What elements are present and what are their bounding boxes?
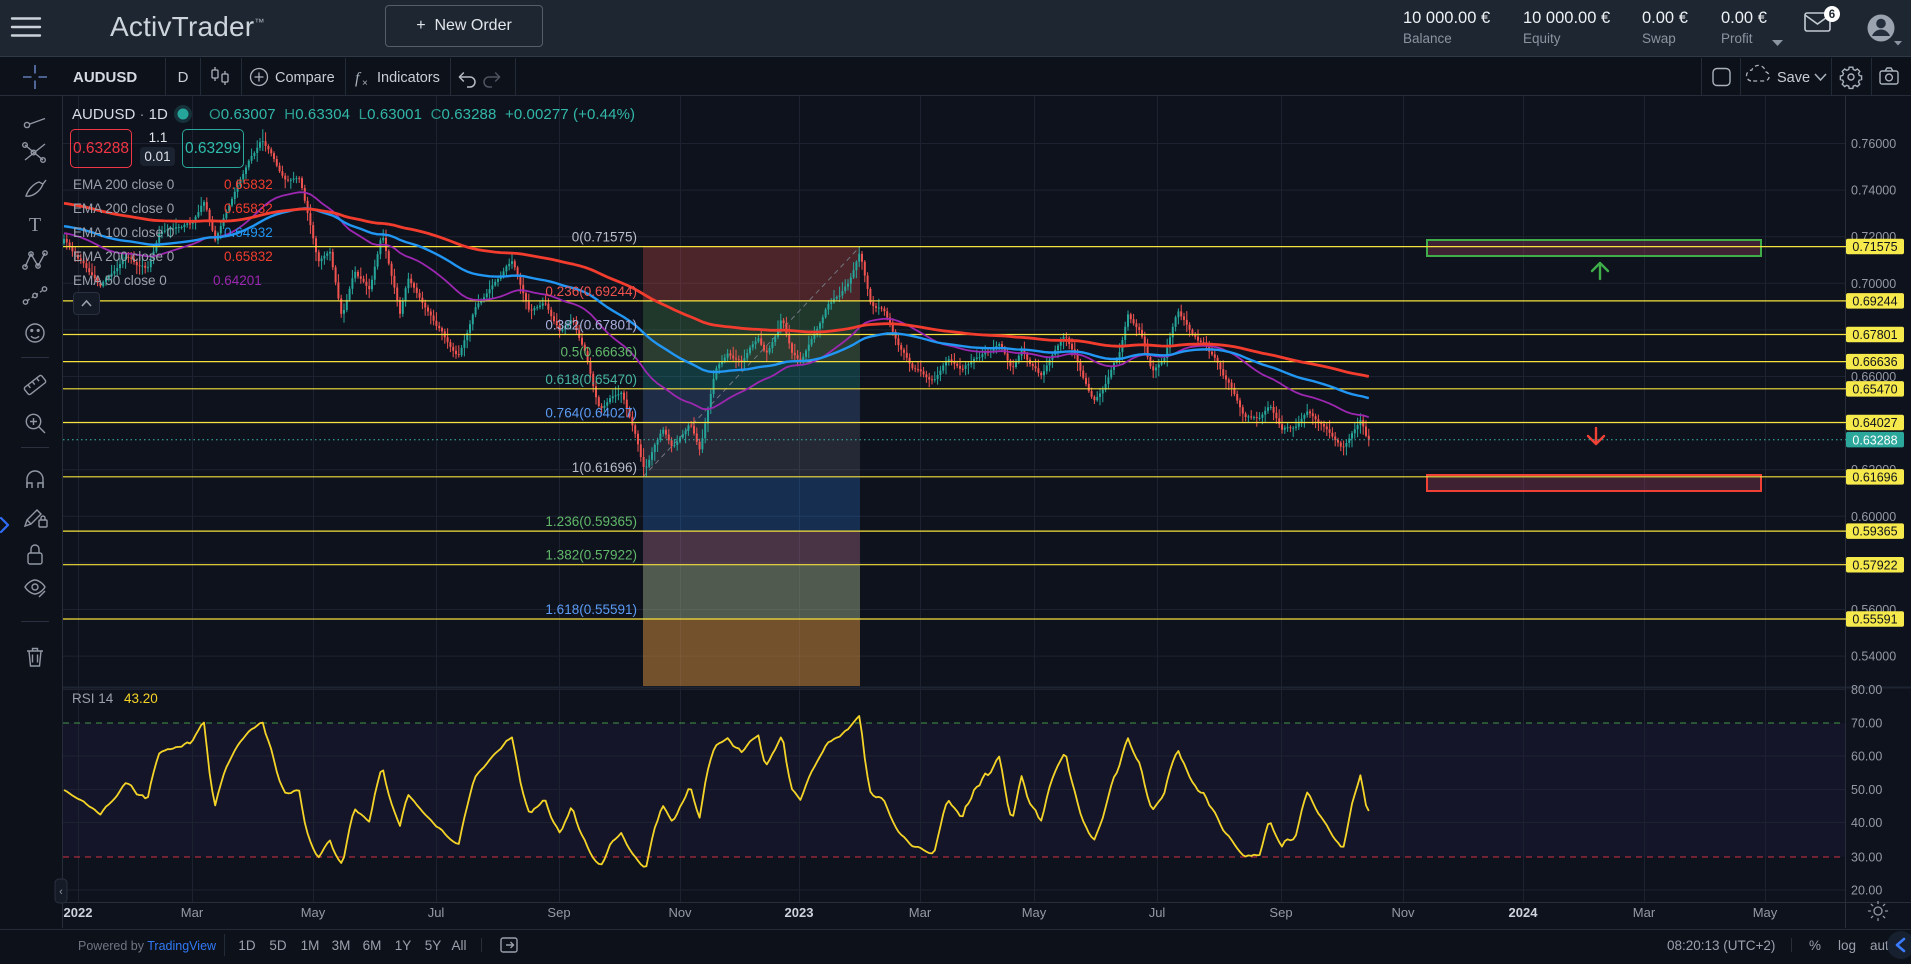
svg-text:Jul: Jul [1149, 905, 1166, 920]
svg-text:%: % [1809, 938, 1821, 953]
svg-text:0.57922: 0.57922 [1852, 558, 1897, 572]
svg-text:‹: ‹ [59, 886, 63, 898]
svg-text:Nov: Nov [668, 905, 692, 920]
svg-text:AUDUSD: AUDUSD [73, 69, 137, 86]
svg-text:0.66636: 0.66636 [1852, 355, 1897, 369]
svg-text:1M: 1M [301, 938, 320, 953]
svg-text:20.00: 20.00 [1851, 884, 1882, 898]
svg-text:May: May [1022, 905, 1047, 920]
svg-text:0.65470: 0.65470 [1852, 382, 1897, 396]
svg-text:0.382(0.67801): 0.382(0.67801) [545, 318, 637, 333]
svg-text:Nov: Nov [1391, 905, 1415, 920]
svg-text:5D: 5D [269, 938, 287, 953]
svg-text:0.67801: 0.67801 [1852, 328, 1897, 342]
svg-text:0.71575: 0.71575 [1852, 240, 1897, 254]
svg-text:T: T [29, 214, 41, 236]
svg-text:1D: 1D [238, 938, 256, 953]
svg-text:Sep: Sep [1269, 905, 1292, 920]
svg-text:40.00: 40.00 [1851, 816, 1882, 830]
svg-text:Indicators: Indicators [377, 70, 440, 86]
svg-text:Mar: Mar [909, 905, 932, 920]
svg-text:0.5(0.66636): 0.5(0.66636) [560, 345, 637, 360]
svg-text:0.76000: 0.76000 [1851, 137, 1896, 151]
svg-text:1Y: 1Y [395, 938, 412, 953]
svg-text:0(0.71575): 0(0.71575) [572, 230, 637, 245]
svg-text:0.69244: 0.69244 [1852, 295, 1897, 309]
svg-text:Powered by TradingView: Powered by TradingView [78, 939, 217, 953]
svg-text:D: D [178, 69, 189, 86]
svg-text:Mar: Mar [181, 905, 204, 920]
svg-text:50.00: 50.00 [1851, 783, 1882, 797]
svg-text:80.00: 80.00 [1851, 683, 1882, 697]
svg-text:aut: aut [1870, 938, 1889, 953]
svg-text:60.00: 60.00 [1851, 750, 1882, 764]
svg-text:5Y: 5Y [425, 938, 442, 953]
svg-text:3M: 3M [332, 938, 351, 953]
svg-text:0.61696: 0.61696 [1852, 470, 1897, 484]
svg-text:0.60000: 0.60000 [1851, 510, 1896, 524]
svg-text:f: f [355, 70, 362, 87]
svg-text:1.618(0.55591): 1.618(0.55591) [545, 602, 637, 617]
svg-text:Jul: Jul [428, 905, 445, 920]
svg-text:2024: 2024 [1509, 905, 1539, 920]
svg-text:6M: 6M [363, 938, 382, 953]
svg-text:08:20:13 (UTC+2): 08:20:13 (UTC+2) [1667, 938, 1775, 953]
svg-text:0.70000: 0.70000 [1851, 277, 1896, 291]
svg-text:×: × [362, 78, 368, 89]
svg-text:1.382(0.57922): 1.382(0.57922) [545, 548, 637, 563]
svg-text:2023: 2023 [785, 905, 814, 920]
svg-text:Save: Save [1777, 70, 1810, 86]
svg-text:Sep: Sep [547, 905, 570, 920]
svg-text:0.59365: 0.59365 [1852, 525, 1897, 539]
svg-text:1(0.61696): 1(0.61696) [572, 460, 637, 475]
svg-text:0.618(0.65470): 0.618(0.65470) [545, 372, 637, 387]
svg-text:0.764(0.64027): 0.764(0.64027) [545, 406, 637, 421]
svg-text:May: May [301, 905, 326, 920]
svg-text:Compare: Compare [275, 70, 335, 86]
svg-text:30.00: 30.00 [1851, 851, 1882, 865]
svg-text:0.74000: 0.74000 [1851, 184, 1896, 198]
svg-text:0.236(0.69244): 0.236(0.69244) [545, 284, 637, 299]
svg-text:1.236(0.59365): 1.236(0.59365) [545, 514, 637, 529]
svg-text:log: log [1838, 938, 1856, 953]
svg-text:Mar: Mar [1633, 905, 1656, 920]
svg-text:May: May [1753, 905, 1778, 920]
svg-text:0.63288: 0.63288 [1852, 433, 1897, 447]
svg-text:0.54000: 0.54000 [1851, 650, 1896, 664]
svg-text:0.55591: 0.55591 [1852, 613, 1897, 627]
svg-text:All: All [451, 938, 466, 953]
svg-text:70.00: 70.00 [1851, 717, 1882, 731]
svg-text:0.64027: 0.64027 [1852, 416, 1897, 430]
